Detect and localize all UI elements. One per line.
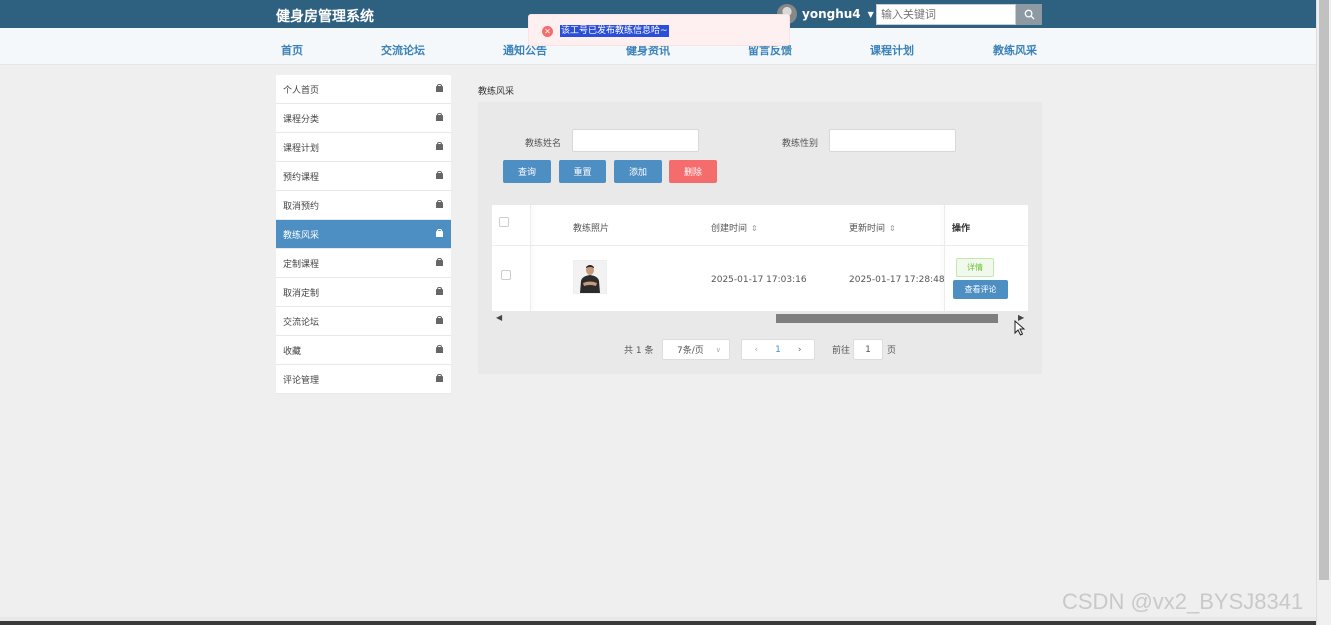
sidebar-item-custom-course[interactable]: 定制课程 bbox=[276, 249, 451, 278]
sidebar-item-cancel-booking[interactable]: 取消预约 bbox=[276, 191, 451, 220]
search-button[interactable] bbox=[1016, 4, 1042, 25]
sidebar-item-label: 评论管理 bbox=[283, 375, 320, 386]
sidebar-item-book-course[interactable]: 预约课程 bbox=[276, 162, 451, 191]
updated-time: 2025-01-17 17:28:48 bbox=[849, 275, 945, 285]
goto-page-input[interactable]: 1 bbox=[853, 339, 883, 360]
add-button[interactable]: 添加 bbox=[614, 160, 662, 183]
username: yonghu4 bbox=[802, 7, 861, 21]
header-divider bbox=[492, 245, 1028, 246]
select-all-checkbox[interactable] bbox=[499, 217, 509, 227]
coach-gender-input[interactable] bbox=[829, 129, 956, 152]
bag-icon bbox=[436, 84, 443, 92]
pagination: ‹ 1 › bbox=[741, 339, 815, 360]
coach-gender-label: 教练性别 bbox=[782, 139, 819, 149]
search-icon bbox=[1024, 9, 1035, 20]
page-vertical-scrollbar[interactable] bbox=[1316, 0, 1331, 625]
fixed-column-divider bbox=[944, 205, 945, 311]
bag-icon bbox=[436, 374, 443, 382]
sidebar-item-home[interactable]: 个人首页 bbox=[276, 75, 451, 104]
sidebar-item-label: 取消预约 bbox=[283, 201, 320, 212]
sidebar-item-label: 取消定制 bbox=[283, 288, 320, 299]
sidebar-item-label: 收藏 bbox=[283, 346, 302, 357]
bag-icon bbox=[436, 200, 443, 208]
sidebar-item-favorites[interactable]: 收藏 bbox=[276, 336, 451, 365]
sidebar-item-label: 预约课程 bbox=[283, 172, 320, 183]
sidebar-item-label: 课程计划 bbox=[283, 143, 320, 154]
sidebar-item-label: 交流论坛 bbox=[283, 317, 320, 328]
reset-button[interactable]: 重置 bbox=[559, 160, 606, 183]
delete-button[interactable]: 删除 bbox=[669, 160, 717, 183]
bag-icon bbox=[436, 258, 443, 266]
sidebar-item-forum[interactable]: 交流论坛 bbox=[276, 307, 451, 336]
column-header-photo: 教练照片 bbox=[573, 224, 610, 234]
column-header-label: 创建时间 bbox=[711, 224, 748, 234]
column-header-created[interactable]: 创建时间 ⇕ bbox=[711, 221, 758, 234]
row-checkbox[interactable] bbox=[501, 270, 511, 280]
bag-icon bbox=[436, 287, 443, 295]
page-number-current[interactable]: 1 bbox=[775, 345, 781, 355]
mouse-cursor-icon bbox=[1014, 320, 1026, 336]
main-panel: 教练姓名 教练性别 查询 重置 添加 删除 教练照片 创建时间 ⇕ 更新时间 ⇕ 操… bbox=[478, 102, 1042, 374]
app-title: 健身房管理系统 bbox=[276, 9, 374, 25]
sidebar-item-label: 课程分类 bbox=[283, 114, 320, 125]
next-page-icon[interactable]: › bbox=[798, 345, 802, 355]
sidebar-item-comments[interactable]: 评论管理 bbox=[276, 365, 451, 394]
bag-icon bbox=[436, 113, 443, 121]
created-time: 2025-01-17 17:03:16 bbox=[711, 275, 807, 285]
scrollbar-thumb[interactable] bbox=[1319, 0, 1329, 580]
fixed-column-divider bbox=[530, 205, 531, 311]
coach-name-label: 教练姓名 bbox=[525, 139, 562, 149]
scroll-left-icon[interactable]: ◀ bbox=[496, 313, 502, 322]
page-unit: 页 bbox=[887, 346, 897, 356]
nav-item-home[interactable]: 首页 bbox=[281, 42, 303, 58]
bag-icon bbox=[436, 229, 443, 237]
sort-icon[interactable]: ⇕ bbox=[889, 224, 896, 233]
coach-table: 教练照片 创建时间 ⇕ 更新时间 ⇕ 操作 2025-01-17 17:03:16 … bbox=[492, 205, 1028, 311]
watermark: CSDN @vx2_BYSJ8341 bbox=[1062, 589, 1304, 614]
error-toast: ✕ 该工号已发布教练信息哈~ bbox=[528, 14, 790, 46]
sidebar-item-cancel-custom[interactable]: 取消定制 bbox=[276, 278, 451, 307]
coach-name-input[interactable] bbox=[572, 129, 699, 152]
total-count: 共 1 条 bbox=[624, 346, 654, 356]
chevron-down-icon: ∨ bbox=[715, 345, 721, 354]
chevron-down-icon: ▼ bbox=[867, 9, 874, 19]
nav-item-course-plan[interactable]: 课程计划 bbox=[870, 42, 914, 58]
sort-icon[interactable]: ⇕ bbox=[751, 224, 758, 233]
page-size-value: 7条/页 bbox=[677, 346, 704, 356]
sidebar-item-course-category[interactable]: 课程分类 bbox=[276, 104, 451, 133]
sidebar-item-label: 个人首页 bbox=[283, 85, 320, 96]
bag-icon bbox=[436, 316, 443, 324]
coach-photo-image bbox=[574, 261, 606, 293]
column-header-actions: 操作 bbox=[952, 224, 971, 234]
error-icon: ✕ bbox=[542, 26, 553, 37]
nav-item-coach[interactable]: 教练风采 bbox=[993, 42, 1037, 58]
sidebar-item-label: 定制课程 bbox=[283, 259, 320, 270]
sidebar: 个人首页 课程分类 课程计划 预约课程 取消预约 教练风采 定制课程 取消定制 … bbox=[276, 75, 451, 394]
goto-page-value: 1 bbox=[865, 344, 871, 355]
bottom-bar-highlight bbox=[0, 617, 1316, 621]
bag-icon bbox=[436, 171, 443, 179]
sidebar-item-label: 教练风采 bbox=[283, 230, 320, 241]
column-header-label: 更新时间 bbox=[849, 224, 886, 234]
scrollbar-thumb[interactable] bbox=[776, 314, 998, 323]
detail-button[interactable]: 详情 bbox=[956, 258, 994, 277]
goto-label: 前往 bbox=[832, 346, 851, 356]
sidebar-item-coach[interactable]: 教练风采 bbox=[276, 220, 451, 249]
column-header-updated[interactable]: 更新时间 ⇕ bbox=[849, 221, 896, 234]
table-horizontal-scrollbar[interactable]: ◀ ▶ bbox=[492, 311, 1028, 325]
user-menu[interactable]: yonghu4 ▼ bbox=[777, 4, 874, 24]
bag-icon bbox=[436, 142, 443, 150]
toast-message: 该工号已发布教练信息哈~ bbox=[560, 25, 669, 37]
page-size-select[interactable]: 7条/页 ∨ bbox=[662, 339, 730, 360]
bag-icon bbox=[436, 345, 443, 353]
prev-page-icon[interactable]: ‹ bbox=[755, 345, 759, 355]
coach-photo bbox=[573, 260, 607, 294]
nav-item-forum[interactable]: 交流论坛 bbox=[381, 42, 425, 58]
sidebar-item-course-plan[interactable]: 课程计划 bbox=[276, 133, 451, 162]
window-bottom-edge bbox=[0, 617, 1316, 625]
search-input[interactable] bbox=[876, 4, 1016, 25]
query-button[interactable]: 查询 bbox=[503, 160, 551, 183]
breadcrumb: 教练风采 bbox=[478, 87, 515, 97]
view-comments-button[interactable]: 查看评论 bbox=[953, 280, 1008, 299]
